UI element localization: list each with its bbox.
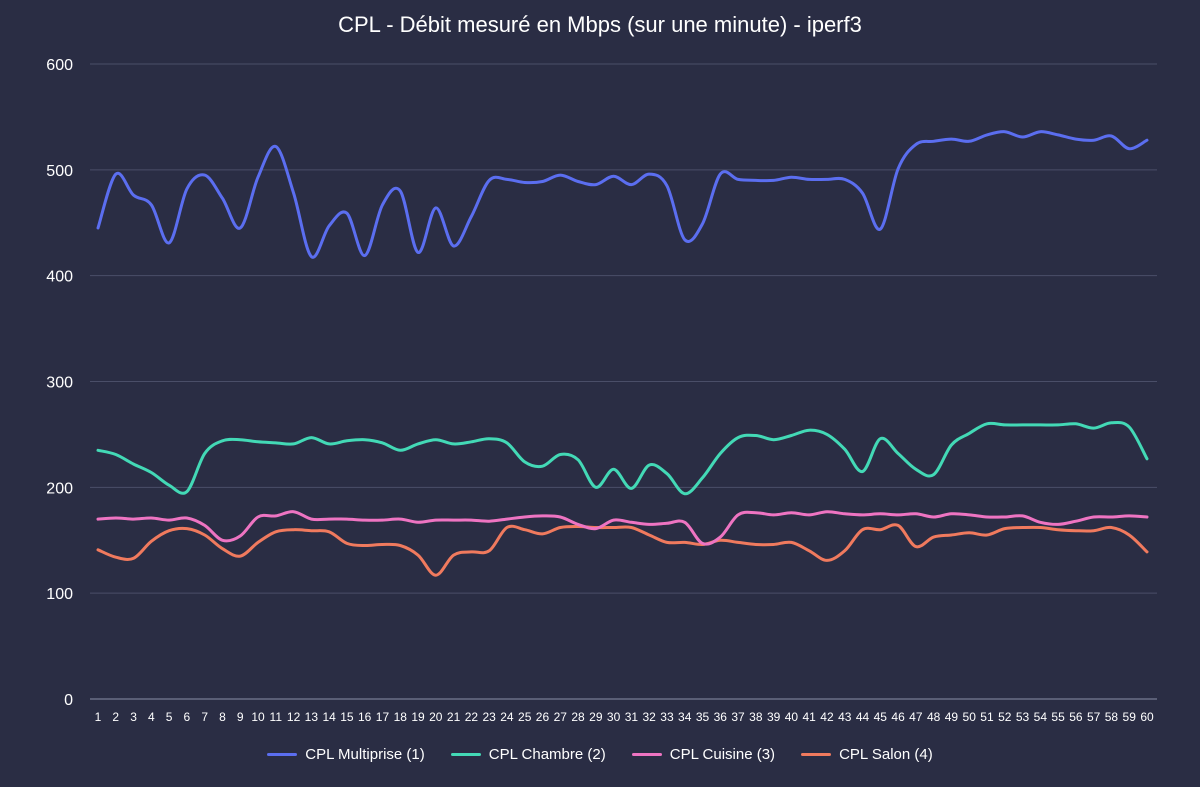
x-tick-label: 40 — [785, 710, 799, 724]
x-tick-label: 55 — [1051, 710, 1065, 724]
y-tick-label: 600 — [46, 57, 73, 74]
x-tick-label: 30 — [607, 710, 621, 724]
x-tick-label: 31 — [625, 710, 639, 724]
x-tick-label: 17 — [376, 710, 390, 724]
chart-legend: CPL Multiprise (1) CPL Chambre (2) CPL Cui… — [0, 746, 1200, 763]
x-tick-label: 60 — [1140, 710, 1154, 724]
y-tick-label: 300 — [46, 375, 73, 392]
x-tick-label: 46 — [891, 710, 905, 724]
x-tick-label: 9 — [237, 710, 244, 724]
y-tick-label: 500 — [46, 163, 73, 180]
x-tick-label: 6 — [184, 710, 191, 724]
x-tick-label: 33 — [660, 710, 674, 724]
x-tick-label: 11 — [270, 710, 283, 724]
x-tick-label: 16 — [358, 710, 372, 724]
x-tick-label: 44 — [856, 710, 870, 724]
x-tick-label: 13 — [305, 710, 319, 724]
series-line-cpl-multiprise-1 — [96, 130, 1149, 259]
x-tick-label: 24 — [500, 710, 514, 724]
legend-label: CPL Cuisine (3) — [669, 746, 776, 763]
x-tick-label: 4 — [148, 710, 155, 724]
x-tick-label: 10 — [251, 710, 265, 724]
legend-label: CPL Chambre (2) — [488, 746, 606, 763]
x-tick-label: 45 — [874, 710, 888, 724]
legend-label: CPL Multiprise (1) — [305, 746, 425, 763]
x-tick-label: 8 — [219, 710, 226, 724]
chart-container: CPL - Débit mesuré en Mbps (sur une minu… — [0, 0, 1200, 787]
legend-swatch — [267, 753, 298, 756]
x-tick-label: 3 — [130, 710, 137, 724]
series-line-cpl-salon-4 — [96, 523, 1149, 577]
legend-swatch — [450, 753, 481, 756]
x-tick-label: 49 — [945, 710, 959, 724]
y-tick-label: 400 — [46, 269, 73, 286]
x-tick-label: 32 — [642, 710, 656, 724]
x-tick-label: 43 — [838, 710, 852, 724]
x-tick-label: 12 — [287, 710, 301, 724]
legend-item: CPL Salon (4) — [801, 746, 933, 763]
x-tick-label: 5 — [166, 710, 173, 724]
legend-label: CPL Salon (4) — [839, 746, 933, 763]
x-tick-label: 28 — [571, 710, 585, 724]
x-tick-label: 42 — [820, 710, 834, 724]
x-tick-label: 25 — [518, 710, 532, 724]
x-tick-label: 58 — [1105, 710, 1119, 724]
x-tick-label: 23 — [482, 710, 496, 724]
x-tick-label: 57 — [1087, 710, 1101, 724]
x-tick-label: 14 — [322, 710, 336, 724]
x-tick-label: 34 — [678, 710, 692, 724]
x-tick-label: 1 — [95, 710, 102, 724]
legend-swatch — [631, 753, 662, 756]
x-tick-label: 50 — [963, 710, 977, 724]
x-tick-label: 54 — [1034, 710, 1048, 724]
x-tick-label: 52 — [998, 710, 1012, 724]
x-tick-label: 18 — [394, 710, 408, 724]
line-chart: 01002003004005006001 2 3 4 5 6 7 8 9 10 11 12 13 14 15… — [46, 57, 1157, 724]
x-tick-label: 15 — [340, 710, 354, 724]
y-tick-label: 100 — [46, 586, 73, 603]
y-tick-label: 200 — [46, 480, 73, 497]
x-tick-label: 39 — [767, 710, 781, 724]
series-line-cpl-chambre-2 — [96, 420, 1149, 496]
x-tick-label: 7 — [201, 710, 208, 724]
legend-item: CPL Cuisine (3) — [631, 746, 776, 763]
x-tick-label: 48 — [927, 710, 941, 724]
x-tick-label: 19 — [411, 710, 425, 724]
x-tick-label: 35 — [696, 710, 710, 724]
x-tick-label: 37 — [731, 710, 745, 724]
x-tick-label: 29 — [589, 710, 603, 724]
legend-item: CPL Chambre (2) — [450, 746, 606, 763]
x-tick-label: 56 — [1069, 710, 1083, 724]
x-tick-label: 51 — [980, 710, 994, 724]
legend-swatch — [801, 753, 832, 756]
legend-item: CPL Multiprise (1) — [267, 746, 425, 763]
x-tick-label: 41 — [803, 710, 817, 724]
x-tick-label: 2 — [112, 710, 119, 724]
x-tick-label: 20 — [429, 710, 443, 724]
x-tick-label: 21 — [447, 710, 461, 724]
y-tick-label: 0 — [64, 692, 73, 709]
x-tick-label: 47 — [909, 710, 923, 724]
x-tick-label: 22 — [465, 710, 479, 724]
x-tick-label: 59 — [1123, 710, 1137, 724]
x-tick-label: 27 — [554, 710, 568, 724]
x-tick-label: 53 — [1016, 710, 1030, 724]
x-tick-label: 38 — [749, 710, 763, 724]
x-tick-label: 36 — [714, 710, 728, 724]
x-tick-label: 26 — [536, 710, 550, 724]
